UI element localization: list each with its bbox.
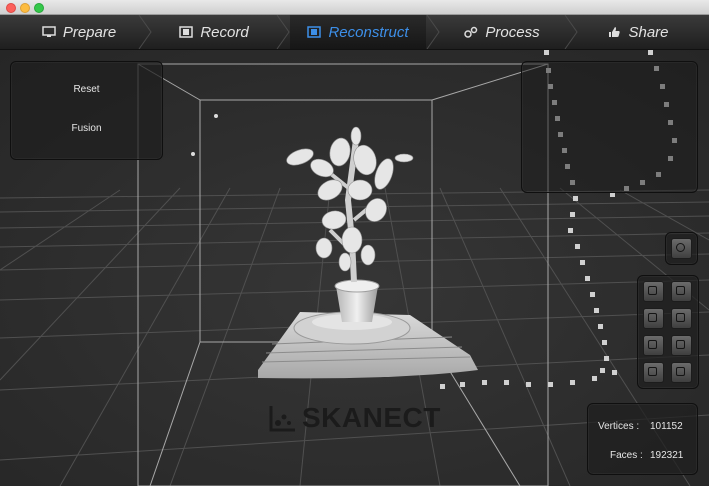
mesh-stats-panel: Vertices : 101152 Faces : 192321 — [587, 403, 698, 475]
zoom-fit-icon — [648, 367, 657, 376]
tab-label: Share — [628, 23, 669, 41]
camera-preview-panel — [521, 61, 698, 193]
view-front-button[interactable] — [643, 308, 664, 329]
snapshot-button[interactable] — [671, 238, 692, 259]
view-bottom-icon — [676, 340, 685, 349]
zoom-fit-button[interactable] — [643, 362, 664, 383]
close-window-button[interactable] — [6, 3, 16, 13]
faces-value: 192321 — [650, 450, 684, 461]
view-top-button[interactable] — [643, 335, 664, 356]
tab-label: Record — [200, 23, 249, 41]
fusion-button[interactable]: Fusion — [11, 123, 162, 134]
tab-separator — [138, 15, 152, 49]
film-icon — [179, 26, 194, 38]
rotate-left-icon — [648, 286, 657, 295]
view-front-icon — [648, 313, 657, 322]
tab-label: Prepare — [62, 23, 117, 41]
thumbs-up-icon — [609, 27, 621, 37]
minimize-window-button[interactable] — [20, 3, 30, 13]
fullscreen-button[interactable] — [671, 362, 692, 383]
skanect-logo-icon — [269, 406, 295, 432]
rotate-right-icon — [676, 286, 685, 295]
workflow-tab-bar: Prepare Record Reconstruct Process Share — [0, 15, 709, 50]
tab-label: Reconstruct — [328, 23, 409, 41]
tab-share[interactable]: Share — [578, 15, 698, 49]
gears-icon — [464, 26, 478, 38]
view-back-button[interactable] — [671, 308, 692, 329]
view-controls-panel — [637, 275, 699, 389]
snapshot-control-panel — [665, 232, 698, 265]
tab-process[interactable]: Process — [440, 15, 564, 49]
reset-button[interactable]: Reset — [11, 84, 162, 95]
rotate-left-button[interactable] — [643, 281, 664, 302]
skanect-logo: SKANECT — [268, 402, 441, 434]
fullscreen-icon — [676, 367, 685, 376]
3d-viewport[interactable]: Reset Fusion Vertices : 101152 Faces : 1… — [0, 50, 709, 486]
camera-icon — [676, 243, 685, 252]
monitor-icon — [42, 26, 56, 37]
rotate-right-button[interactable] — [671, 281, 692, 302]
view-top-icon — [648, 340, 657, 349]
tab-record[interactable]: Record — [152, 15, 276, 49]
tab-label: Process — [485, 23, 540, 41]
tab-reconstruct[interactable]: Reconstruct — [290, 15, 426, 49]
reconstruct-icon — [307, 26, 322, 38]
view-bottom-button[interactable] — [671, 335, 692, 356]
tab-prepare[interactable]: Prepare — [20, 15, 138, 49]
faces-label: Faces : — [610, 450, 643, 461]
window-title-bar — [0, 0, 709, 15]
zoom-window-button[interactable] — [34, 3, 44, 13]
vertices-label: Vertices : — [598, 421, 640, 432]
reconstruct-actions-panel: Reset Fusion — [10, 61, 163, 160]
view-back-icon — [676, 313, 685, 322]
tab-separator — [426, 15, 440, 49]
logo-text: SKANECT — [302, 402, 441, 433]
tab-separator — [276, 15, 290, 49]
vertices-value: 101152 — [650, 421, 683, 432]
tab-separator — [564, 15, 578, 49]
